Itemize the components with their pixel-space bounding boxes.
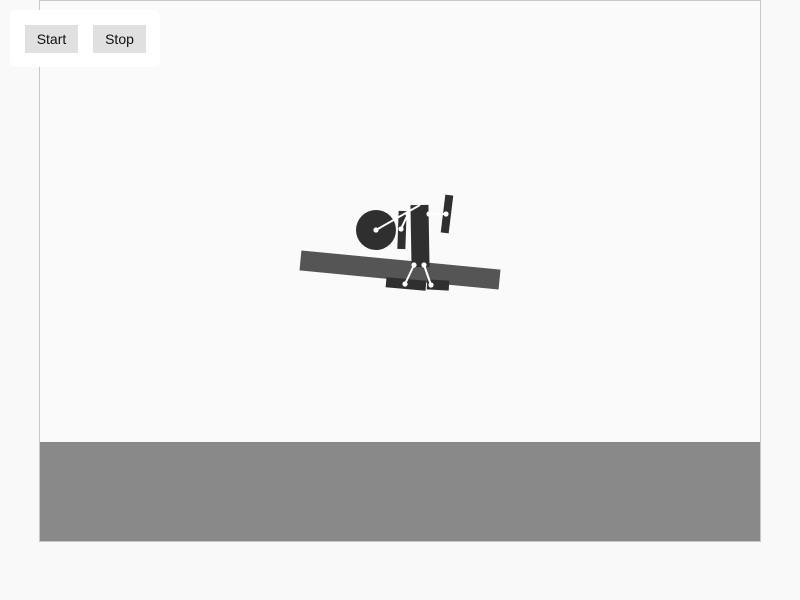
controls-panel: Start Stop: [10, 10, 160, 67]
start-button[interactable]: Start: [25, 25, 78, 53]
physics-world: [39, 0, 761, 542]
stop-button[interactable]: Stop: [93, 25, 146, 53]
ground: [40, 442, 760, 541]
